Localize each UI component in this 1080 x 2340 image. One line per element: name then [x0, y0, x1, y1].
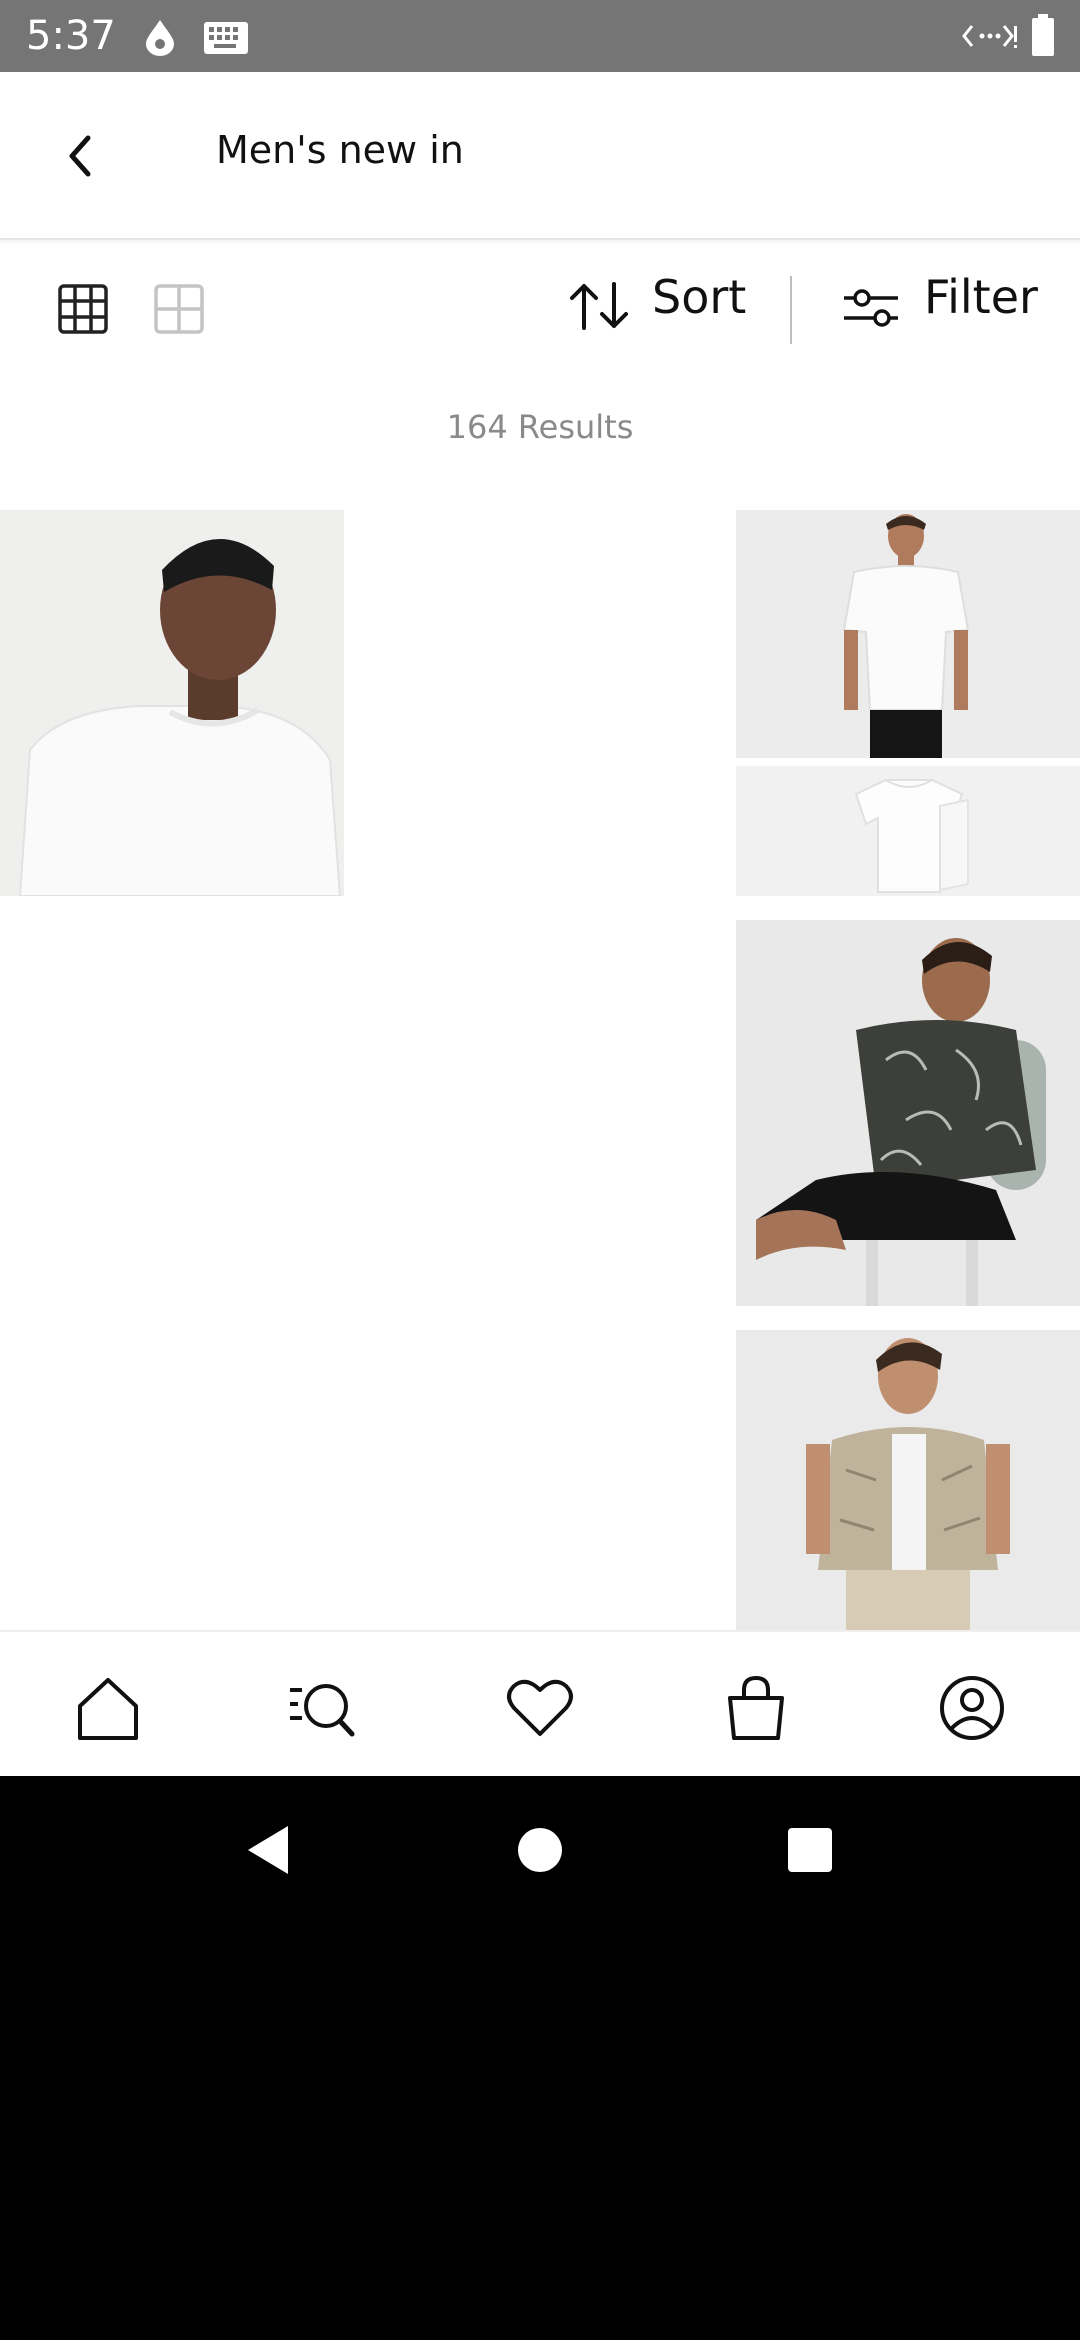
wishlist-icon[interactable]: [500, 1668, 580, 1748]
account-icon[interactable]: [932, 1668, 1012, 1748]
system-nav-bar: [0, 1776, 1080, 1920]
man-white-tshirt-photo: [0, 510, 344, 896]
bag-icon[interactable]: [716, 1668, 796, 1748]
back-arrow-icon[interactable]: [56, 128, 106, 184]
man-leaf-print-shirt-photo: [736, 920, 1080, 1306]
toolbar-divider: [790, 276, 792, 344]
data-saver-icon: [146, 20, 174, 56]
back-icon[interactable]: [244, 1824, 292, 1876]
filter-button[interactable]: Filter: [840, 240, 1076, 370]
keyboard-icon: [204, 22, 248, 54]
bottom-nav: [0, 1630, 1080, 1776]
white-tshirt-flatlay-photo: [736, 766, 1080, 896]
product-tile[interactable]: [736, 766, 1080, 896]
results-count: 164 Results: [446, 408, 634, 446]
man-stone-print-shirt-photo: [736, 1330, 1080, 1632]
battery-icon: [1032, 14, 1054, 56]
product-tile[interactable]: [736, 920, 1080, 1306]
sort-label: Sort: [652, 270, 747, 324]
sort-button[interactable]: Sort: [566, 240, 766, 370]
man-white-tshirt-black-shorts-photo: [736, 510, 1080, 758]
app-screen: Men's new in Sort Filter 164 Results: [0, 72, 1080, 1776]
product-tile[interactable]: [0, 510, 344, 896]
toolbar: Sort Filter: [0, 240, 1080, 370]
page-title: Men's new in: [216, 128, 464, 172]
recents-icon[interactable]: [786, 1826, 834, 1874]
status-time: 5:37: [26, 13, 116, 59]
product-tile[interactable]: [736, 1330, 1080, 1632]
product-tile[interactable]: [736, 510, 1080, 758]
sort-arrows-icon: [570, 282, 628, 330]
code-icon: [962, 25, 1017, 48]
home-icon[interactable]: [68, 1668, 148, 1748]
filter-sliders-icon: [844, 289, 898, 327]
filter-label: Filter: [924, 270, 1038, 324]
home-circle-icon[interactable]: [516, 1826, 564, 1874]
header: Men's new in: [0, 72, 1080, 240]
status-bar: 5:37: [0, 0, 1080, 72]
grid-small-icon[interactable]: [58, 284, 108, 334]
search-icon[interactable]: [282, 1668, 362, 1748]
grid-large-icon[interactable]: [154, 284, 204, 334]
